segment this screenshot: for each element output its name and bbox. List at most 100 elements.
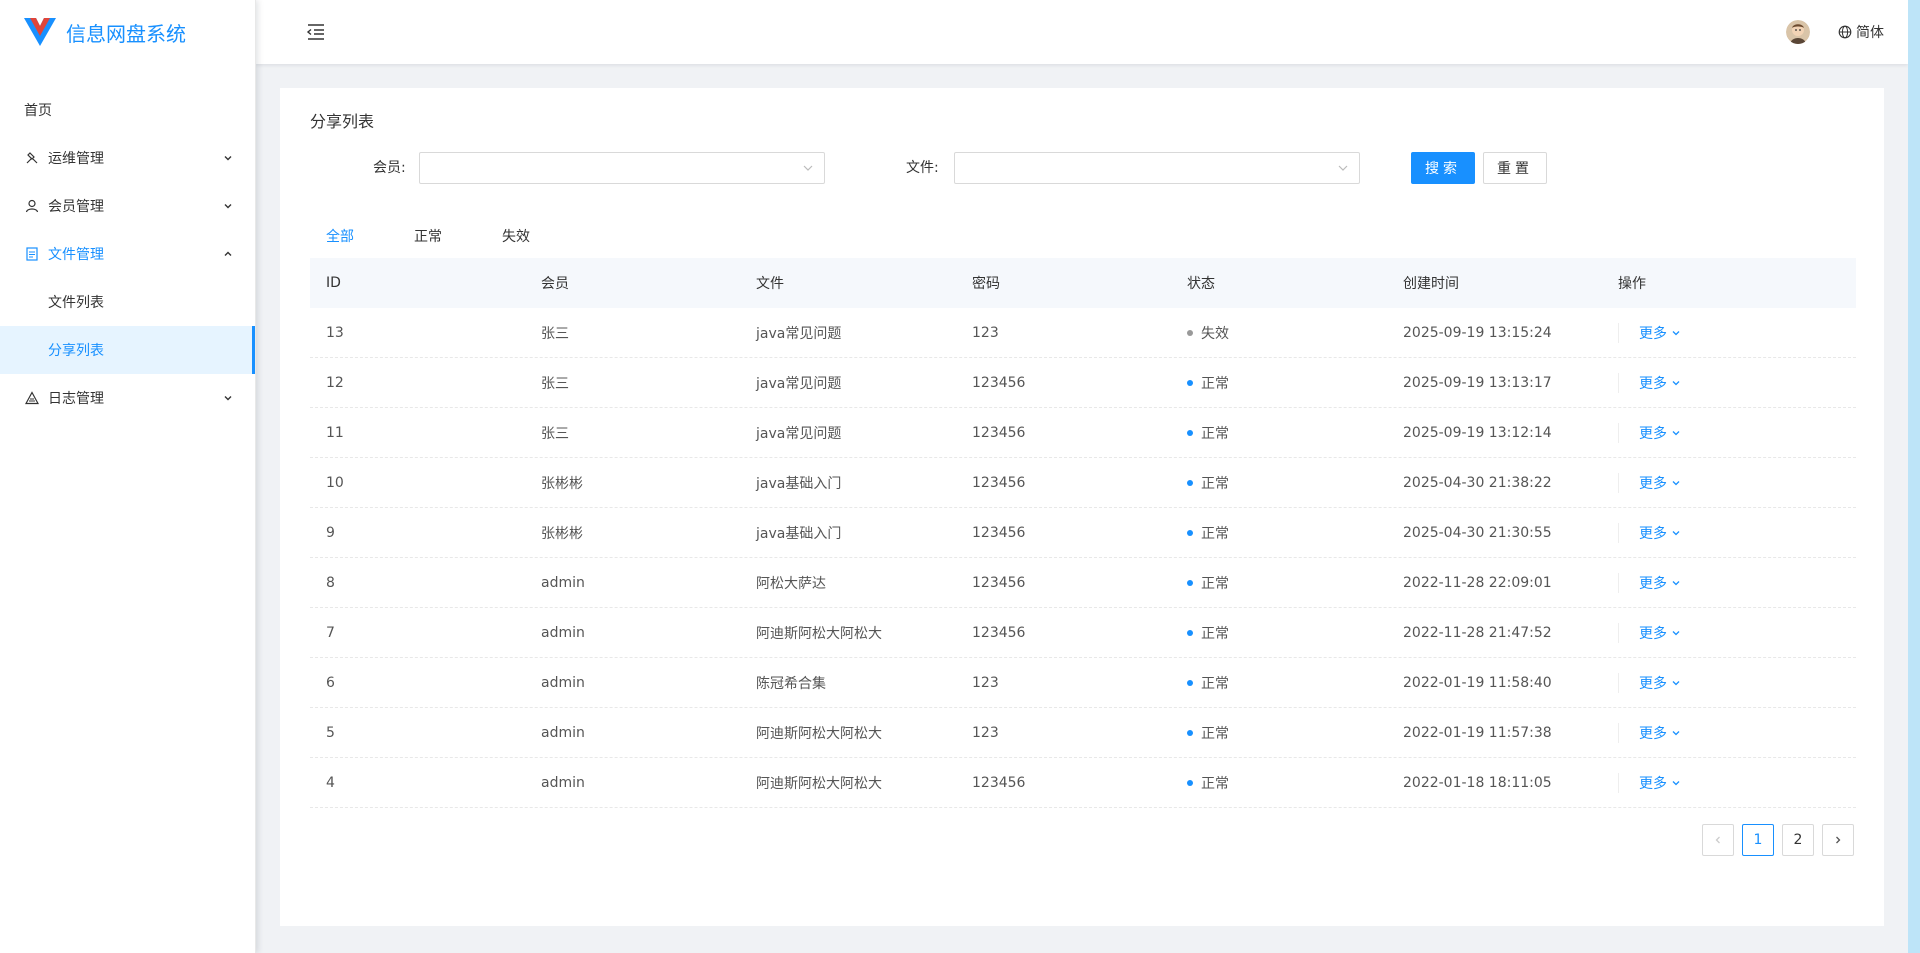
- cell-password: 123: [972, 674, 999, 691]
- cell-action: 更多: [1602, 472, 1856, 493]
- cell-created: 2025-09-19 13:13:17: [1403, 374, 1552, 391]
- column-header[interactable]: 创建时间: [1387, 273, 1602, 293]
- chevron-left-icon: [1715, 836, 1720, 844]
- sidebar-item-label: 日志管理: [48, 391, 104, 407]
- table-row: 7 admin 阿迪斯阿松大阿松大 123456 正常 2022-11-28 21:47:…: [310, 608, 1856, 658]
- language-switcher[interactable]: 简体: [1838, 22, 1884, 42]
- chevron-down-icon: [1672, 780, 1680, 785]
- search-button[interactable]: 搜索: [1411, 152, 1475, 184]
- cell-id: 12: [326, 374, 344, 391]
- sidebar-item-files[interactable]: 文件管理: [0, 230, 255, 278]
- sidebar: 信息网盘系统 首页 运维管理 会员管理 文件管理 文件列表 分享列表 日志管理: [0, 0, 256, 953]
- member-select[interactable]: [419, 152, 825, 184]
- more-label: 更多: [1639, 525, 1667, 542]
- status-text: 正常: [1201, 475, 1229, 492]
- chevron-down-icon: [1672, 530, 1680, 535]
- brand[interactable]: 信息网盘系统: [0, 0, 255, 64]
- more-actions-button[interactable]: 更多: [1618, 572, 1681, 593]
- pagination: 1 2: [1694, 824, 1854, 856]
- cell-file: java常见问题: [756, 425, 842, 442]
- cell-member: admin: [541, 774, 585, 791]
- page-button[interactable]: 2: [1782, 824, 1814, 856]
- user-icon: [24, 198, 40, 214]
- more-actions-button[interactable]: 更多: [1618, 722, 1681, 743]
- status-dot: [1187, 679, 1193, 686]
- page-button[interactable]: 1: [1742, 824, 1774, 856]
- cell-member: 张彬彬: [541, 475, 583, 492]
- more-actions-button[interactable]: 更多: [1618, 522, 1681, 543]
- cell-member: 张三: [541, 325, 569, 342]
- status-dot: [1187, 379, 1193, 386]
- more-actions-button[interactable]: 更多: [1618, 422, 1681, 443]
- more-label: 更多: [1639, 725, 1667, 742]
- sidebar-item-label: 首页: [24, 103, 52, 119]
- menu-fold-icon[interactable]: [304, 20, 328, 44]
- table-row: 12 张三 java常见问题 123456 正常 2025-09-19 13:13:17 更…: [310, 358, 1856, 408]
- cell-id: 13: [326, 324, 344, 341]
- chevron-down-icon: [1672, 430, 1680, 435]
- table-row: 9 张彬彬 java基础入门 123456 正常 2025-04-30 21:30:55 更…: [310, 508, 1856, 558]
- search-form: 会员: 文件: 搜索 重置: [310, 152, 1854, 184]
- cell-password: 123456: [972, 474, 1026, 491]
- sidebar-subitem-file-list[interactable]: 文件列表: [0, 278, 255, 326]
- cell-action: 更多: [1602, 572, 1856, 593]
- next-page-button[interactable]: [1822, 824, 1854, 856]
- file-select[interactable]: [954, 152, 1360, 184]
- sidebar-item-label: 运维管理: [48, 151, 104, 167]
- prev-page-button[interactable]: [1702, 824, 1734, 856]
- cell-password: 123456: [972, 574, 1026, 591]
- tab-invalid[interactable]: 失效: [486, 222, 546, 260]
- chevron-right-icon: [1836, 836, 1841, 844]
- warning-icon: [24, 390, 40, 406]
- language-label: 简体: [1856, 25, 1884, 41]
- more-label: 更多: [1639, 425, 1667, 442]
- sidebar-item-label: 文件管理: [48, 247, 104, 263]
- status-badge: 正常: [1187, 473, 1229, 493]
- more-actions-button[interactable]: 更多: [1618, 772, 1681, 793]
- cell-file: java基础入门: [756, 525, 842, 542]
- table-header: ID 会员 文件 密码 状态 创建时间 操作: [310, 258, 1856, 308]
- more-actions-button[interactable]: 更多: [1618, 672, 1681, 693]
- column-header[interactable]: 操作: [1602, 273, 1856, 293]
- sidebar-subitem-share-list[interactable]: 分享列表: [0, 326, 255, 374]
- avatar[interactable]: [1786, 20, 1810, 44]
- tab-normal[interactable]: 正常: [398, 222, 458, 260]
- sidebar-item-members[interactable]: 会员管理: [0, 182, 255, 230]
- cell-file: java常见问题: [756, 325, 842, 342]
- more-label: 更多: [1639, 625, 1667, 642]
- sidebar-item-logs[interactable]: 日志管理: [0, 374, 255, 422]
- sidebar-item-label: 会员管理: [48, 199, 104, 215]
- column-header[interactable]: 文件: [740, 273, 956, 293]
- status-text: 正常: [1201, 375, 1229, 392]
- more-actions-button[interactable]: 更多: [1618, 322, 1681, 343]
- cell-created: 2022-01-18 18:11:05: [1403, 774, 1552, 791]
- status-tabs: 全部 正常 失效: [310, 222, 1854, 261]
- reset-button[interactable]: 重置: [1483, 152, 1547, 184]
- status-text: 正常: [1201, 425, 1229, 442]
- more-actions-button[interactable]: 更多: [1618, 622, 1681, 643]
- sidebar-item-home[interactable]: 首页: [0, 86, 255, 134]
- app-title: 信息网盘系统: [66, 21, 186, 46]
- cell-status: 正常: [1171, 573, 1387, 593]
- chevron-down-icon: [803, 165, 813, 171]
- tab-all[interactable]: 全部: [310, 222, 370, 261]
- column-header[interactable]: 密码: [956, 273, 1171, 293]
- column-header[interactable]: 会员: [525, 273, 740, 293]
- status-text: 正常: [1201, 625, 1229, 642]
- sidebar-item-ops[interactable]: 运维管理: [0, 134, 255, 182]
- cell-status: 正常: [1171, 473, 1387, 493]
- cell-action: 更多: [1602, 322, 1856, 343]
- cell-file: java常见问题: [756, 375, 842, 392]
- chevron-down-icon: [221, 151, 235, 165]
- status-dot: [1187, 479, 1193, 486]
- column-header[interactable]: ID: [310, 275, 525, 291]
- cell-status: 正常: [1171, 773, 1387, 793]
- status-badge: 正常: [1187, 623, 1229, 643]
- status-text: 正常: [1201, 575, 1229, 592]
- column-header[interactable]: 状态: [1171, 273, 1387, 293]
- cell-password: 123456: [972, 374, 1026, 391]
- more-actions-button[interactable]: 更多: [1618, 372, 1681, 393]
- page-scrollbar[interactable]: [1908, 0, 1920, 953]
- cell-id: 8: [326, 574, 335, 591]
- more-actions-button[interactable]: 更多: [1618, 472, 1681, 493]
